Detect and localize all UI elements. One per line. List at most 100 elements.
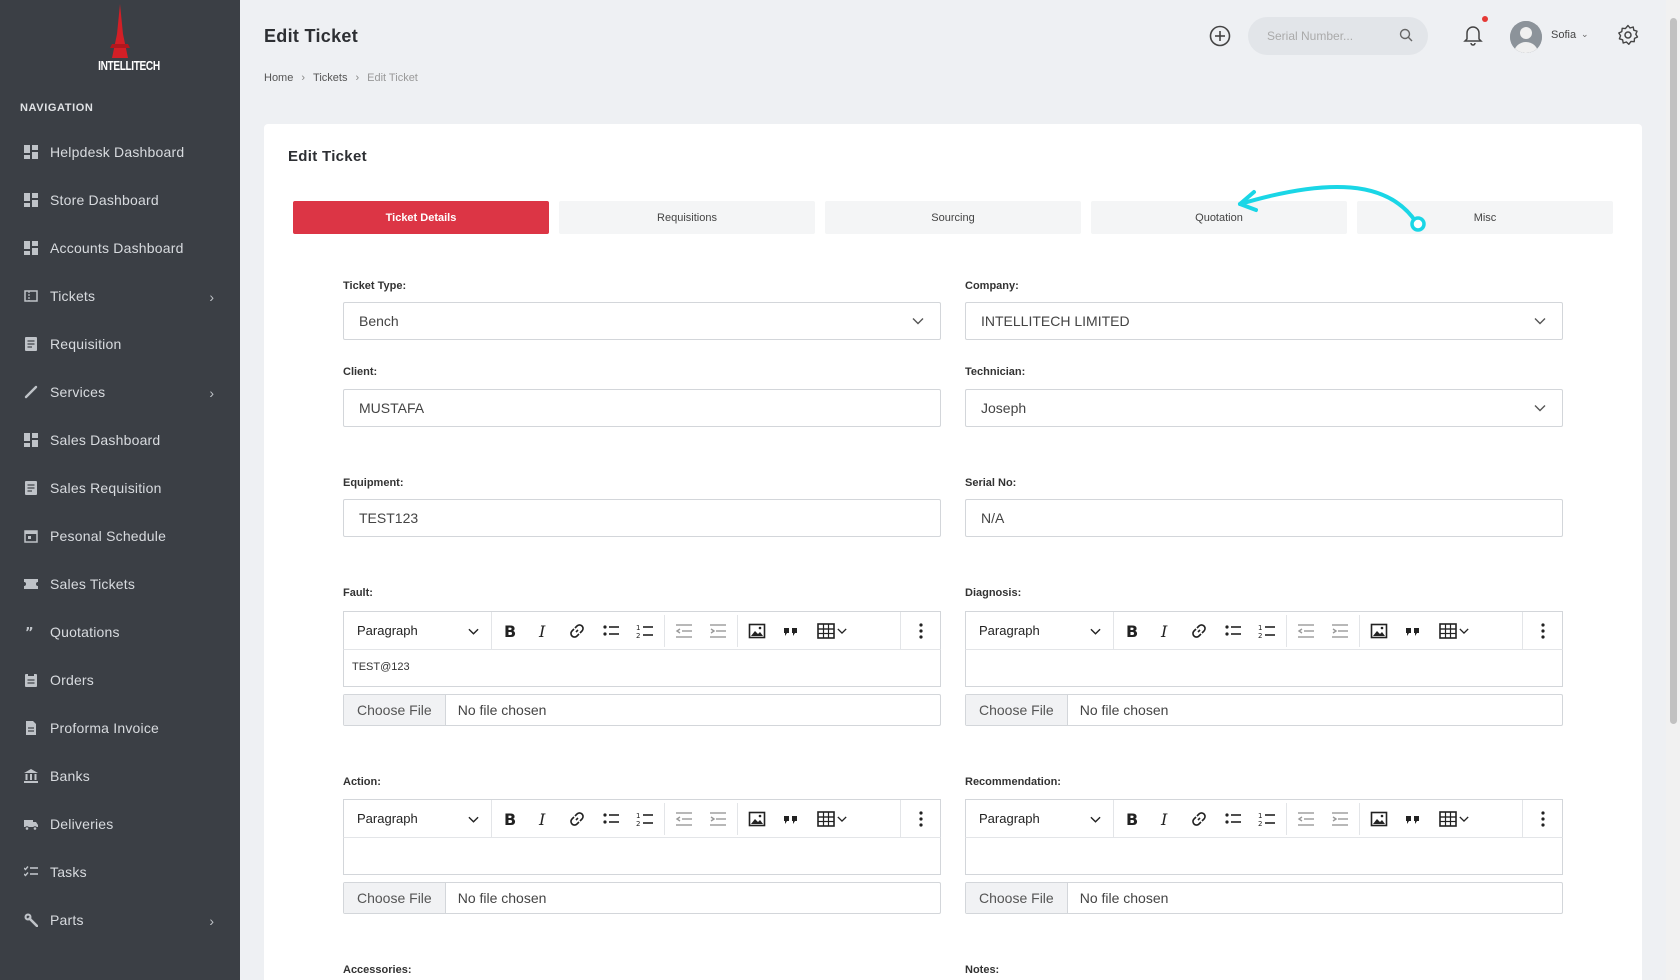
paragraph-dropdown[interactable]: Paragraph	[344, 800, 492, 837]
link-button[interactable]	[560, 612, 594, 649]
outdent-button[interactable]	[667, 800, 701, 837]
search-icon[interactable]	[1399, 28, 1413, 42]
tab-sourcing[interactable]: Sourcing	[825, 201, 1081, 234]
add-circle-icon[interactable]	[1209, 25, 1231, 47]
bullet-list-button[interactable]	[1216, 612, 1250, 649]
ticket-type-select[interactable]: Bench	[343, 302, 941, 340]
indent-button[interactable]	[1323, 800, 1357, 837]
sidebar-item-services[interactable]: Services ›	[0, 368, 240, 416]
sidebar-item-deliveries[interactable]: Deliveries	[0, 800, 240, 848]
avatar[interactable]	[1510, 21, 1542, 53]
image-button[interactable]	[1362, 800, 1396, 837]
bullet-list-button[interactable]	[1216, 800, 1250, 837]
sidebar-item-banks[interactable]: Banks	[0, 752, 240, 800]
diagnosis-file-input[interactable]: Choose File No file chosen	[965, 694, 1563, 726]
blockquote-button[interactable]	[1396, 612, 1430, 649]
choose-file-button[interactable]: Choose File	[344, 695, 446, 725]
paragraph-dropdown[interactable]: Paragraph	[966, 612, 1114, 649]
bullet-list-button[interactable]	[594, 612, 628, 649]
outdent-button[interactable]	[667, 612, 701, 649]
bold-button[interactable]: B	[1114, 612, 1148, 649]
table-button[interactable]	[808, 800, 856, 837]
blockquote-button[interactable]	[774, 800, 808, 837]
indent-button[interactable]	[701, 612, 735, 649]
sidebar-item-parts[interactable]: Parts ›	[0, 896, 240, 944]
sidebar-item-sales-tickets[interactable]: Sales Tickets	[0, 560, 240, 608]
tab-requisitions[interactable]: Requisitions	[559, 201, 815, 234]
bold-button[interactable]: B	[492, 800, 526, 837]
user-name[interactable]: Sofia	[1551, 29, 1576, 41]
gear-icon[interactable]	[1617, 24, 1639, 46]
link-button[interactable]	[560, 800, 594, 837]
serial-no-input[interactable]: N/A	[965, 499, 1563, 537]
bullet-list-button[interactable]	[594, 800, 628, 837]
sidebar-item-tasks[interactable]: Tasks	[0, 848, 240, 896]
recommendation-file-input[interactable]: Choose File No file chosen	[965, 882, 1563, 914]
scrollbar-thumb[interactable]	[1670, 18, 1677, 724]
outdent-button[interactable]	[1289, 800, 1323, 837]
logo[interactable]: INTELLITECH	[0, 0, 240, 98]
indent-button[interactable]	[1323, 612, 1357, 649]
chevron-down-icon[interactable]: ⌄	[1581, 29, 1589, 40]
paragraph-dropdown[interactable]: Paragraph	[966, 800, 1114, 837]
link-button[interactable]	[1182, 612, 1216, 649]
paragraph-dropdown[interactable]: Paragraph	[344, 612, 492, 649]
sidebar-item-proforma-invoice[interactable]: Proforma Invoice	[0, 704, 240, 752]
more-options-button[interactable]	[1522, 612, 1562, 649]
sidebar-item-personal-schedule[interactable]: Pesonal Schedule	[0, 512, 240, 560]
technician-select[interactable]: Joseph	[965, 389, 1563, 427]
choose-file-button[interactable]: Choose File	[966, 883, 1068, 913]
bold-button[interactable]: B	[492, 612, 526, 649]
diagnosis-content[interactable]	[965, 650, 1563, 687]
blockquote-button[interactable]	[774, 612, 808, 649]
sidebar-item-helpdesk-dashboard[interactable]: Helpdesk Dashboard	[0, 128, 240, 176]
bell-icon[interactable]	[1463, 24, 1483, 46]
paragraph-label: Paragraph	[979, 623, 1040, 638]
breadcrumb-current: Edit Ticket	[367, 72, 418, 84]
recommendation-content[interactable]	[965, 838, 1563, 875]
tab-ticket-details[interactable]: Ticket Details	[293, 201, 549, 234]
breadcrumb-home[interactable]: Home	[264, 72, 293, 84]
fault-content[interactable]: TEST@123	[343, 650, 941, 687]
link-button[interactable]	[1182, 800, 1216, 837]
numbered-list-button[interactable]: 12	[628, 800, 662, 837]
italic-button[interactable]: I	[1148, 612, 1182, 649]
sidebar-item-orders[interactable]: Orders	[0, 656, 240, 704]
indent-button[interactable]	[701, 800, 735, 837]
bold-button[interactable]: B	[1114, 800, 1148, 837]
sidebar-item-store-dashboard[interactable]: Store Dashboard	[0, 176, 240, 224]
sidebar-item-accounts-dashboard[interactable]: Accounts Dashboard	[0, 224, 240, 272]
sidebar-item-label: Sales Requisition	[50, 480, 162, 496]
more-options-button[interactable]	[1522, 800, 1562, 837]
action-file-input[interactable]: Choose File No file chosen	[343, 882, 941, 914]
more-options-button[interactable]	[900, 612, 940, 649]
numbered-list-button[interactable]: 12	[1250, 800, 1284, 837]
blockquote-button[interactable]	[1396, 800, 1430, 837]
image-button[interactable]	[740, 800, 774, 837]
table-button[interactable]	[1430, 800, 1478, 837]
choose-file-button[interactable]: Choose File	[966, 695, 1068, 725]
table-button[interactable]	[1430, 612, 1478, 649]
numbered-list-button[interactable]: 12	[1250, 612, 1284, 649]
sidebar-item-sales-dashboard[interactable]: Sales Dashboard	[0, 416, 240, 464]
client-input[interactable]: MUSTAFA	[343, 389, 941, 427]
company-select[interactable]: INTELLITECH LIMITED	[965, 302, 1563, 340]
italic-button[interactable]: I	[526, 800, 560, 837]
sidebar-item-sales-requisition[interactable]: Sales Requisition	[0, 464, 240, 512]
italic-button[interactable]: I	[526, 612, 560, 649]
action-content[interactable]	[343, 838, 941, 875]
italic-button[interactable]: I	[1148, 800, 1182, 837]
sidebar-item-requisition[interactable]: Requisition	[0, 320, 240, 368]
sidebar-item-tickets[interactable]: Tickets ›	[0, 272, 240, 320]
equipment-input[interactable]: TEST123	[343, 499, 941, 537]
more-options-button[interactable]	[900, 800, 940, 837]
choose-file-button[interactable]: Choose File	[344, 883, 446, 913]
image-button[interactable]	[740, 612, 774, 649]
image-button[interactable]	[1362, 612, 1396, 649]
table-button[interactable]	[808, 612, 856, 649]
numbered-list-button[interactable]: 12	[628, 612, 662, 649]
sidebar-item-quotations[interactable]: ” Quotations	[0, 608, 240, 656]
outdent-button[interactable]	[1289, 612, 1323, 649]
breadcrumb-tickets[interactable]: Tickets	[313, 72, 347, 84]
fault-file-input[interactable]: Choose File No file chosen	[343, 694, 941, 726]
